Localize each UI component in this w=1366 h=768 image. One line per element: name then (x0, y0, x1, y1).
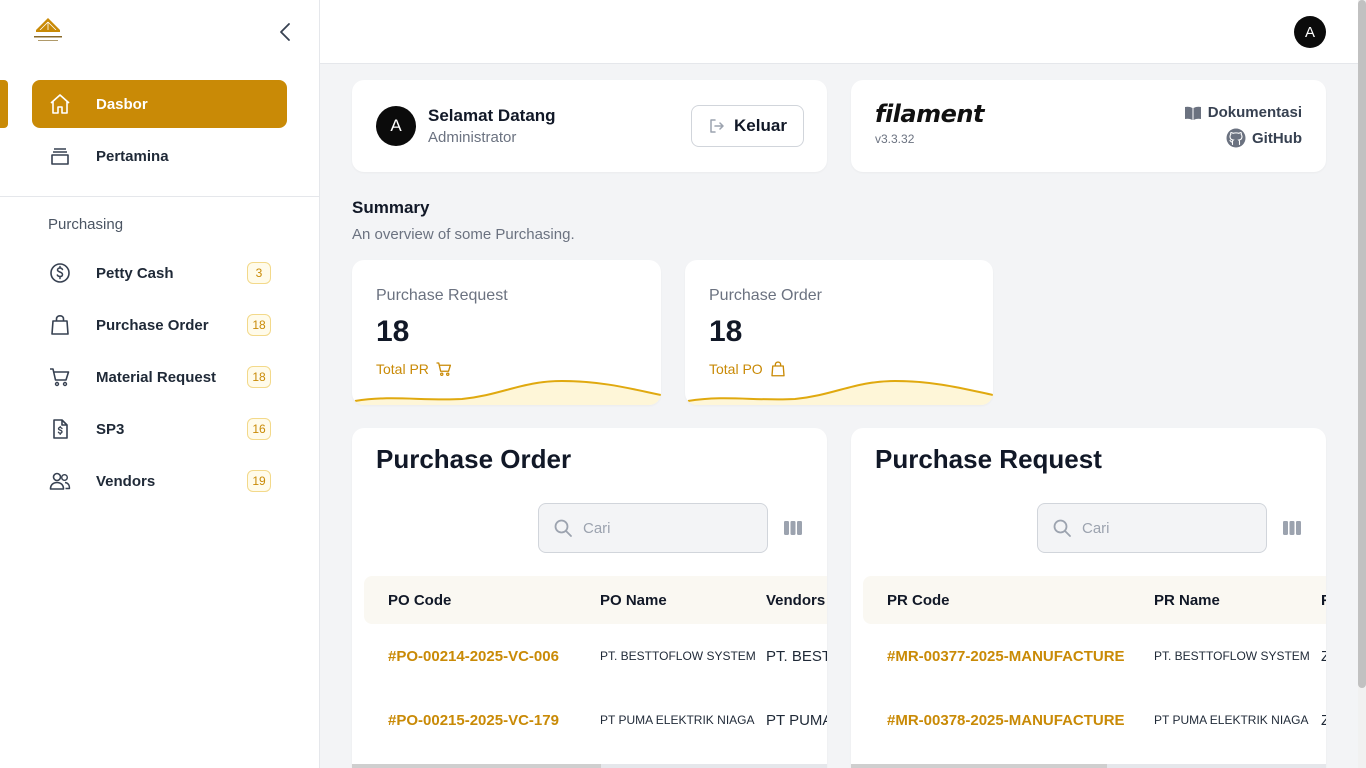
stat-sparkline (687, 379, 993, 405)
sidebar-item-label: Vendors (96, 472, 156, 490)
page-scrollbar-thumb[interactable] (1358, 0, 1366, 688)
table-title: Purchase Order (376, 444, 572, 474)
horizontal-scrollbar-thumb[interactable] (352, 764, 601, 768)
pr-code-link[interactable]: #MR-00377-2025-MANUFACTURE (887, 648, 1125, 665)
vendor-cell: PT PUMA ELEKTRIK NIAGA (766, 712, 827, 729)
welcome-title: Selamat Datang (428, 106, 556, 125)
table-header: PR Code PR Name F (863, 576, 1326, 624)
search-icon (554, 519, 572, 537)
count-badge: 16 (247, 418, 271, 440)
truncated-cell: Z (1321, 648, 1326, 665)
stat-sparkline (354, 379, 661, 405)
stat-label: Purchase Request (376, 287, 508, 304)
documentation-label: Dokumentasi (1207, 104, 1302, 121)
stat-card-purchase-request: Purchase Request 18 Total PR (352, 260, 661, 405)
stat-value: 18 (709, 315, 743, 348)
table-title: Purchase Request (875, 444, 1102, 474)
active-indicator (0, 80, 8, 128)
topbar (320, 0, 1358, 64)
filament-info-card: filament v3.3.32 Dokumentasi GitHub (851, 80, 1326, 172)
sidebar-item-dasbor[interactable]: Dasbor (32, 80, 287, 128)
sidebar-item-label: Dasbor (96, 95, 148, 113)
column-header-po-code[interactable]: PO Code (388, 592, 451, 609)
sidebar-item-purchase-order[interactable]: Purchase Order 18 (32, 301, 287, 349)
book-icon (1184, 106, 1201, 120)
count-badge: 18 (247, 314, 271, 336)
vendor-cell: PT. BESTTOFLOW SYSTEM (766, 648, 827, 665)
po-name-cell: PT. BESTTOFLOW SYSTEM (600, 649, 756, 663)
column-header-truncated[interactable]: F (1321, 592, 1326, 609)
sidebar-item-label: Material Request (96, 368, 217, 386)
sidebar-item-pertamina[interactable]: Pertamina (32, 132, 287, 180)
welcome-subtitle: Administrator (428, 129, 517, 146)
logout-button[interactable]: Keluar (691, 105, 804, 147)
sidebar-item-material-request[interactable]: Material Request 18 (32, 353, 287, 401)
sidebar-item-label: Petty Cash (96, 264, 174, 282)
stat-card-purchase-order: Purchase Order 18 Total PO (685, 260, 993, 405)
search-field (1037, 503, 1267, 553)
sidebar-item-petty-cash[interactable]: Petty Cash 3 (32, 249, 287, 297)
column-header-pr-code[interactable]: PR Code (887, 592, 950, 609)
sidebar-item-vendors[interactable]: Vendors 19 (32, 457, 287, 505)
sidebar-item-label: Pertamina (96, 147, 169, 165)
collapse-sidebar-button[interactable] (274, 20, 296, 44)
document-dollar-icon (48, 417, 72, 441)
sidebar-item-label: SP3 (96, 420, 125, 438)
columns-icon (1283, 521, 1301, 535)
pr-name-cell: PT PUMA ELEKTRIK NIAGA (1154, 713, 1309, 727)
search-icon (1053, 519, 1071, 537)
stat-value: 18 (376, 315, 410, 348)
horizontal-scrollbar-thumb[interactable] (851, 764, 1107, 768)
search-field (538, 503, 768, 553)
stack-icon (48, 144, 72, 168)
pr-code-link[interactable]: #MR-00378-2025-MANUFACTURE (887, 712, 1125, 729)
table-header: PO Code PO Name Vendors (364, 576, 827, 624)
nav-group-label: Purchasing (48, 216, 124, 233)
shopping-bag-icon (48, 313, 72, 337)
filament-version: v3.3.32 (875, 132, 915, 146)
dollar-circle-icon (48, 261, 72, 285)
columns-icon (784, 521, 802, 535)
github-label: GitHub (1252, 129, 1302, 147)
column-header-po-name[interactable]: PO Name (600, 592, 667, 609)
brand-logo[interactable] (30, 16, 66, 46)
column-header-pr-name[interactable]: PR Name (1154, 592, 1220, 609)
stat-label: Purchase Order (709, 287, 822, 304)
count-badge: 18 (247, 366, 271, 388)
documentation-link[interactable]: Dokumentasi (1184, 104, 1302, 121)
cart-icon (48, 365, 72, 389)
home-icon (48, 92, 72, 116)
summary-title: Summary (352, 198, 430, 217)
pr-name-cell: PT. BESTTOFLOW SYSTEM (1154, 649, 1310, 663)
count-badge: 19 (247, 470, 271, 492)
github-link[interactable]: GitHub (1226, 128, 1302, 148)
github-icon (1226, 128, 1246, 148)
search-input[interactable] (1082, 519, 1242, 537)
user-menu-avatar[interactable]: A (1294, 16, 1326, 48)
truncated-cell: Z (1321, 712, 1326, 729)
users-icon (48, 469, 72, 493)
po-name-cell: PT PUMA ELEKTRIK NIAGA (600, 713, 755, 727)
column-toggle-button[interactable] (783, 518, 803, 538)
filament-logo: filament (875, 100, 984, 128)
sidebar-item-sp3[interactable]: SP3 16 (32, 405, 287, 453)
column-toggle-button[interactable] (1282, 518, 1302, 538)
purchase-request-table-card: Purchase Request PR Code PR Name F #MR-0… (851, 428, 1326, 768)
search-input[interactable] (583, 519, 743, 537)
sidebar-item-label: Purchase Order (96, 316, 209, 334)
logout-label: Keluar (734, 116, 787, 135)
po-code-link[interactable]: #PO-00215-2025-VC-179 (388, 712, 559, 729)
column-header-vendors[interactable]: Vendors (766, 592, 825, 609)
logout-icon (710, 119, 724, 133)
summary-description: An overview of some Purchasing. (352, 226, 575, 243)
count-badge: 3 (247, 262, 271, 284)
purchase-order-table-card: Purchase Order PO Code PO Name Vendors #… (352, 428, 827, 768)
avatar: A (376, 106, 416, 146)
po-code-link[interactable]: #PO-00214-2025-VC-006 (388, 648, 559, 665)
welcome-card: A Selamat Datang Administrator Keluar (352, 80, 827, 172)
chevron-left-icon (280, 23, 290, 41)
